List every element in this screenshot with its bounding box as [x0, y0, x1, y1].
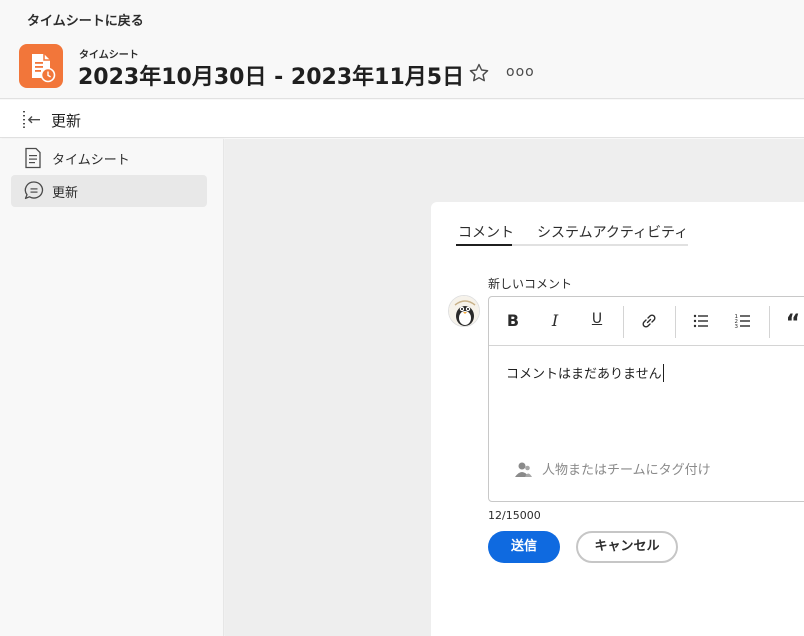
comment-text: コメントはまだありません — [506, 367, 662, 382]
sidebar-item-label: タイムシート — [52, 153, 130, 168]
svg-text:3: 3 — [735, 324, 739, 330]
character-count: 12/15000 — [488, 509, 541, 522]
person-icon — [513, 460, 533, 482]
numbered-list-icon[interactable]: 1 2 3 — [731, 311, 755, 333]
panel-title: 更新 — [51, 112, 82, 130]
timesheet-app-icon — [19, 44, 63, 88]
favorite-star-icon[interactable] — [468, 62, 490, 84]
updates-tabs: コメント システムアクティビティ — [456, 222, 688, 246]
underline-button[interactable]: U — [585, 311, 609, 333]
updates-card: コメント システムアクティビティ 新しいコメント B I U 1 2 3 “ コ… — [431, 202, 804, 636]
link-icon[interactable] — [637, 311, 661, 333]
avatar — [448, 295, 480, 327]
chat-bubble-icon — [23, 180, 45, 206]
collapse-panel-icon[interactable] — [22, 110, 42, 132]
page-header: タイムシートに戻る タイムシート 2023年10月30日 - 2023年11月5… — [0, 0, 804, 99]
text-caret — [662, 364, 664, 382]
toolbar-divider — [623, 306, 624, 338]
tab-system-activity[interactable]: システムアクティビティ — [537, 222, 688, 242]
main-content: コメント システムアクティビティ 新しいコメント B I U 1 2 3 “ コ… — [225, 139, 804, 636]
document-icon — [23, 147, 43, 173]
cancel-button[interactable]: キャンセル — [576, 531, 678, 563]
sidebar-item-label: 更新 — [52, 186, 79, 201]
comment-editor: B I U 1 2 3 “ コメントはまだありません 人物またはチームにタグ付け — [488, 296, 804, 502]
new-comment-label: 新しいコメント — [488, 277, 573, 291]
tag-people-input[interactable]: 人物またはチームにタグ付け — [542, 459, 711, 478]
bullet-list-icon[interactable] — [689, 311, 713, 333]
rich-text-toolbar: B I U 1 2 3 “ — [489, 297, 804, 346]
back-to-timesheet-link[interactable]: タイムシートに戻る — [27, 10, 144, 29]
page-title: 2023年10月30日 - 2023年11月5日 — [78, 65, 465, 90]
bold-button[interactable]: B — [501, 311, 525, 333]
left-sidebar: タイムシート 更新 — [0, 139, 224, 636]
toolbar-divider — [675, 306, 676, 338]
comment-textarea[interactable]: コメントはまだありません — [506, 363, 664, 382]
sidebar-item-updates[interactable]: 更新 — [11, 175, 207, 207]
send-button[interactable]: 送信 — [488, 531, 560, 563]
tab-comments[interactable]: コメント — [458, 222, 514, 242]
more-options-icon[interactable]: ooo — [506, 64, 535, 80]
active-tab-indicator — [456, 244, 512, 246]
toolbar-divider — [769, 306, 770, 338]
italic-button[interactable]: I — [543, 311, 567, 333]
quote-icon[interactable]: “ — [781, 311, 804, 336]
panel-toolbar: 更新 — [0, 100, 804, 138]
sidebar-item-timesheet[interactable]: タイムシート — [11, 142, 207, 174]
